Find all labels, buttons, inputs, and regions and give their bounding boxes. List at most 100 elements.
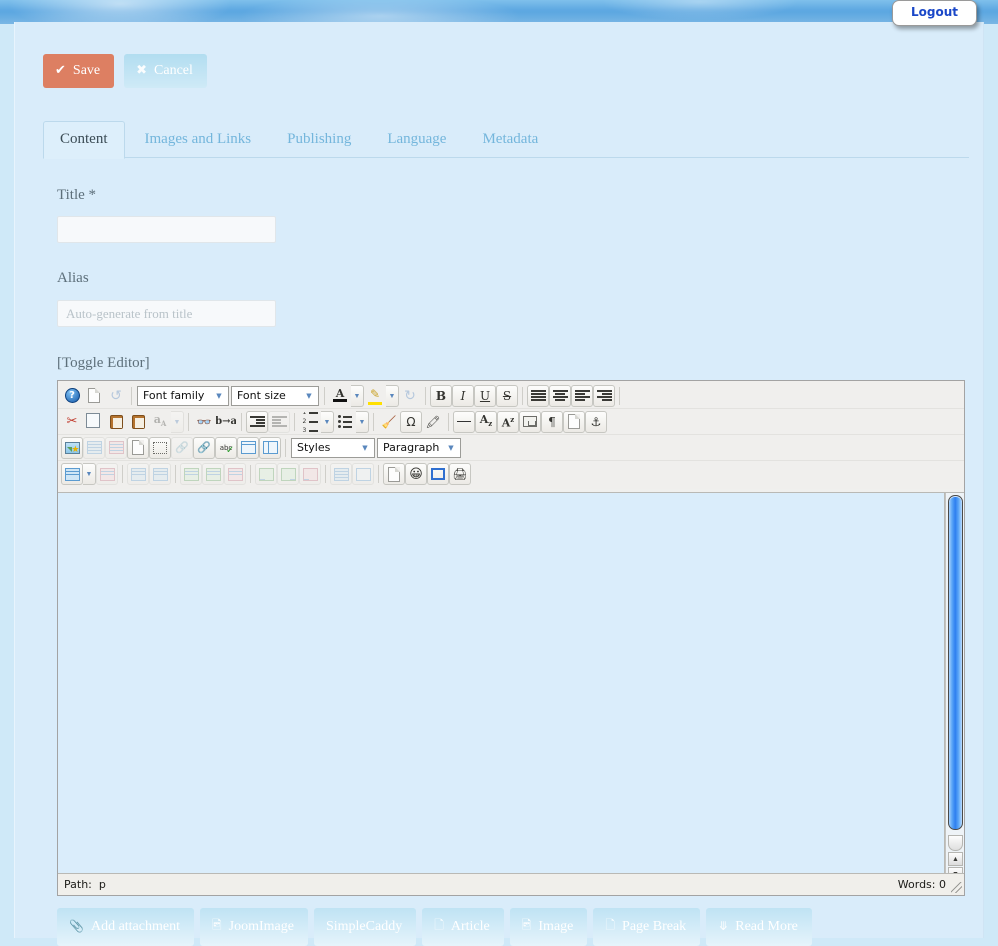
align-left-icon[interactable] bbox=[571, 384, 593, 407]
editor-content-area[interactable] bbox=[58, 493, 945, 873]
delete-row-icon bbox=[224, 463, 246, 485]
separator bbox=[294, 412, 295, 431]
separator bbox=[122, 465, 123, 483]
link-icon[interactable]: 🔗 bbox=[193, 436, 215, 459]
underline-icon[interactable]: U bbox=[474, 384, 496, 407]
editor-body: ▲ ▼ bbox=[58, 492, 964, 881]
find-replace-icon[interactable]: b→a bbox=[215, 411, 237, 433]
image-button[interactable]: 🖻 Image bbox=[509, 908, 588, 946]
joomimage-label: JoomImage bbox=[228, 918, 294, 934]
scrollbar-thumb[interactable] bbox=[948, 495, 963, 830]
bullet-list-icon[interactable] bbox=[334, 411, 356, 433]
media-icon[interactable] bbox=[383, 463, 405, 485]
new-document-icon[interactable] bbox=[83, 385, 105, 407]
special-character-icon[interactable]: Ω bbox=[400, 410, 422, 433]
horizontal-split-icon[interactable] bbox=[237, 436, 259, 459]
editor-scrollbar[interactable]: ▲ ▼ bbox=[945, 493, 964, 881]
superscript-icon[interactable]: Az bbox=[497, 410, 519, 433]
unlink-icon: 🔗 bbox=[171, 436, 193, 459]
joomimage-button[interactable]: 🖻 JoomImage bbox=[199, 908, 308, 946]
paragraph-select[interactable]: Paragraph ▼ bbox=[377, 437, 461, 458]
help-icon[interactable]: ? bbox=[61, 385, 83, 407]
spellcheck-icon[interactable]: abc ✓ bbox=[215, 436, 237, 459]
font-size-select[interactable]: Font size ▼ bbox=[231, 385, 319, 406]
numbered-list-icon[interactable]: 123 bbox=[299, 411, 321, 433]
paste-text-icon[interactable]: T bbox=[127, 411, 149, 433]
anchor-icon[interactable]: ⚓ bbox=[585, 410, 607, 433]
separator bbox=[373, 412, 374, 431]
copy-icon[interactable] bbox=[83, 411, 105, 433]
tab-metadata[interactable]: Metadata bbox=[466, 122, 554, 158]
picture-icon: 🖻 bbox=[211, 918, 222, 932]
text-color-dropdown-arrow[interactable]: ▼ bbox=[351, 384, 364, 407]
align-right-icon[interactable] bbox=[593, 384, 615, 407]
pagebreak-icon: 🗋 bbox=[605, 918, 616, 932]
article-icon: 🗋 bbox=[434, 918, 444, 932]
fullscreen-icon[interactable] bbox=[427, 463, 449, 485]
horizontal-rule-icon[interactable] bbox=[453, 410, 475, 433]
redo-icon: ↻ bbox=[404, 387, 416, 404]
tab-content[interactable]: Content bbox=[43, 121, 125, 159]
rich-text-editor: ? ↺ Font family ▼ Font size ▼ A ▼ ✎ ▼ ↻ … bbox=[57, 380, 965, 896]
print-icon[interactable]: 🖨 bbox=[449, 463, 471, 485]
template-icon[interactable] bbox=[127, 436, 149, 459]
tab-publishing[interactable]: Publishing bbox=[271, 122, 367, 158]
article-button[interactable]: 🗋 Article bbox=[422, 908, 504, 946]
split-cells-icon bbox=[330, 463, 352, 485]
page-properties-icon[interactable] bbox=[563, 410, 585, 433]
emoticon-icon[interactable]: 😀 bbox=[405, 463, 427, 485]
cancel-button-label: Cancel bbox=[154, 63, 193, 78]
table-options-icon[interactable]: ▼ bbox=[83, 463, 96, 485]
editor-toolbar-row-1: ? ↺ Font family ▼ Font size ▼ A ▼ ✎ ▼ ↻ … bbox=[58, 383, 964, 409]
bullet-list-dropdown-arrow[interactable]: ▼ bbox=[356, 410, 369, 433]
eraser-icon[interactable]: 🖍 bbox=[422, 411, 444, 433]
indent-icon[interactable] bbox=[246, 410, 268, 433]
text-color-icon[interactable]: A bbox=[329, 385, 351, 407]
alias-input[interactable] bbox=[57, 300, 276, 327]
insert-column-after-icon bbox=[277, 463, 299, 485]
save-button[interactable]: ✔ Save bbox=[43, 54, 115, 88]
visual-aid-icon[interactable] bbox=[149, 436, 171, 459]
bold-icon[interactable]: B bbox=[430, 384, 452, 407]
separator bbox=[325, 465, 326, 483]
italic-icon[interactable]: I bbox=[452, 384, 474, 407]
font-family-select[interactable]: Font family ▼ bbox=[137, 385, 229, 406]
find-icon[interactable]: 👓 bbox=[193, 411, 215, 433]
separator bbox=[448, 412, 449, 431]
cut-icon[interactable]: ✂ bbox=[61, 411, 83, 433]
pilcrow-icon[interactable]: ¶ bbox=[541, 410, 563, 433]
row-properties-icon bbox=[127, 463, 149, 485]
subscript-icon[interactable]: Az bbox=[475, 410, 497, 433]
chevron-down-icon: ▼ bbox=[306, 391, 312, 400]
align-justify-icon[interactable] bbox=[527, 384, 549, 407]
insert-row-after-icon bbox=[202, 463, 224, 485]
insert-table-icon[interactable] bbox=[61, 463, 83, 485]
columns-icon[interactable] bbox=[259, 436, 281, 459]
read-more-button[interactable]: ⤋ Read More bbox=[706, 908, 812, 946]
editor-resize-grip[interactable] bbox=[951, 882, 962, 893]
nonbreaking-space-icon[interactable] bbox=[519, 410, 541, 433]
numbered-list-dropdown-arrow[interactable]: ▼ bbox=[321, 410, 334, 433]
background-color-icon[interactable]: ✎ bbox=[364, 385, 386, 407]
toggle-editor-link[interactable]: [Toggle Editor] bbox=[57, 355, 150, 372]
editor-word-count: Words: 0 bbox=[897, 878, 946, 891]
insert-image-icon[interactable]: ★ bbox=[61, 436, 83, 459]
styles-select[interactable]: Styles ▼ bbox=[291, 437, 375, 458]
cancel-button[interactable]: ✖ Cancel bbox=[124, 54, 207, 88]
strikethrough-icon[interactable]: S bbox=[496, 384, 518, 407]
title-input[interactable] bbox=[57, 216, 276, 243]
paste-icon[interactable] bbox=[105, 411, 127, 433]
separator bbox=[175, 465, 176, 483]
chevron-down-icon: ▼ bbox=[362, 443, 368, 452]
page-break-button[interactable]: 🗋 Page Break bbox=[593, 908, 701, 946]
simplecaddy-button[interactable]: SimpleCaddy bbox=[313, 908, 417, 946]
separator bbox=[241, 412, 242, 431]
scroll-up-arrow-icon[interactable]: ▲ bbox=[948, 852, 963, 866]
cleanup-icon[interactable]: 🧹 bbox=[378, 411, 400, 433]
tab-language[interactable]: Language bbox=[371, 122, 462, 158]
tab-images-and-links[interactable]: Images and Links bbox=[129, 122, 268, 158]
align-center-icon[interactable] bbox=[549, 384, 571, 407]
background-color-dropdown-arrow[interactable]: ▼ bbox=[386, 384, 399, 407]
logout-button[interactable]: Logout bbox=[891, 0, 977, 26]
add-attachment-button[interactable]: 📎 Add attachment bbox=[57, 908, 194, 946]
